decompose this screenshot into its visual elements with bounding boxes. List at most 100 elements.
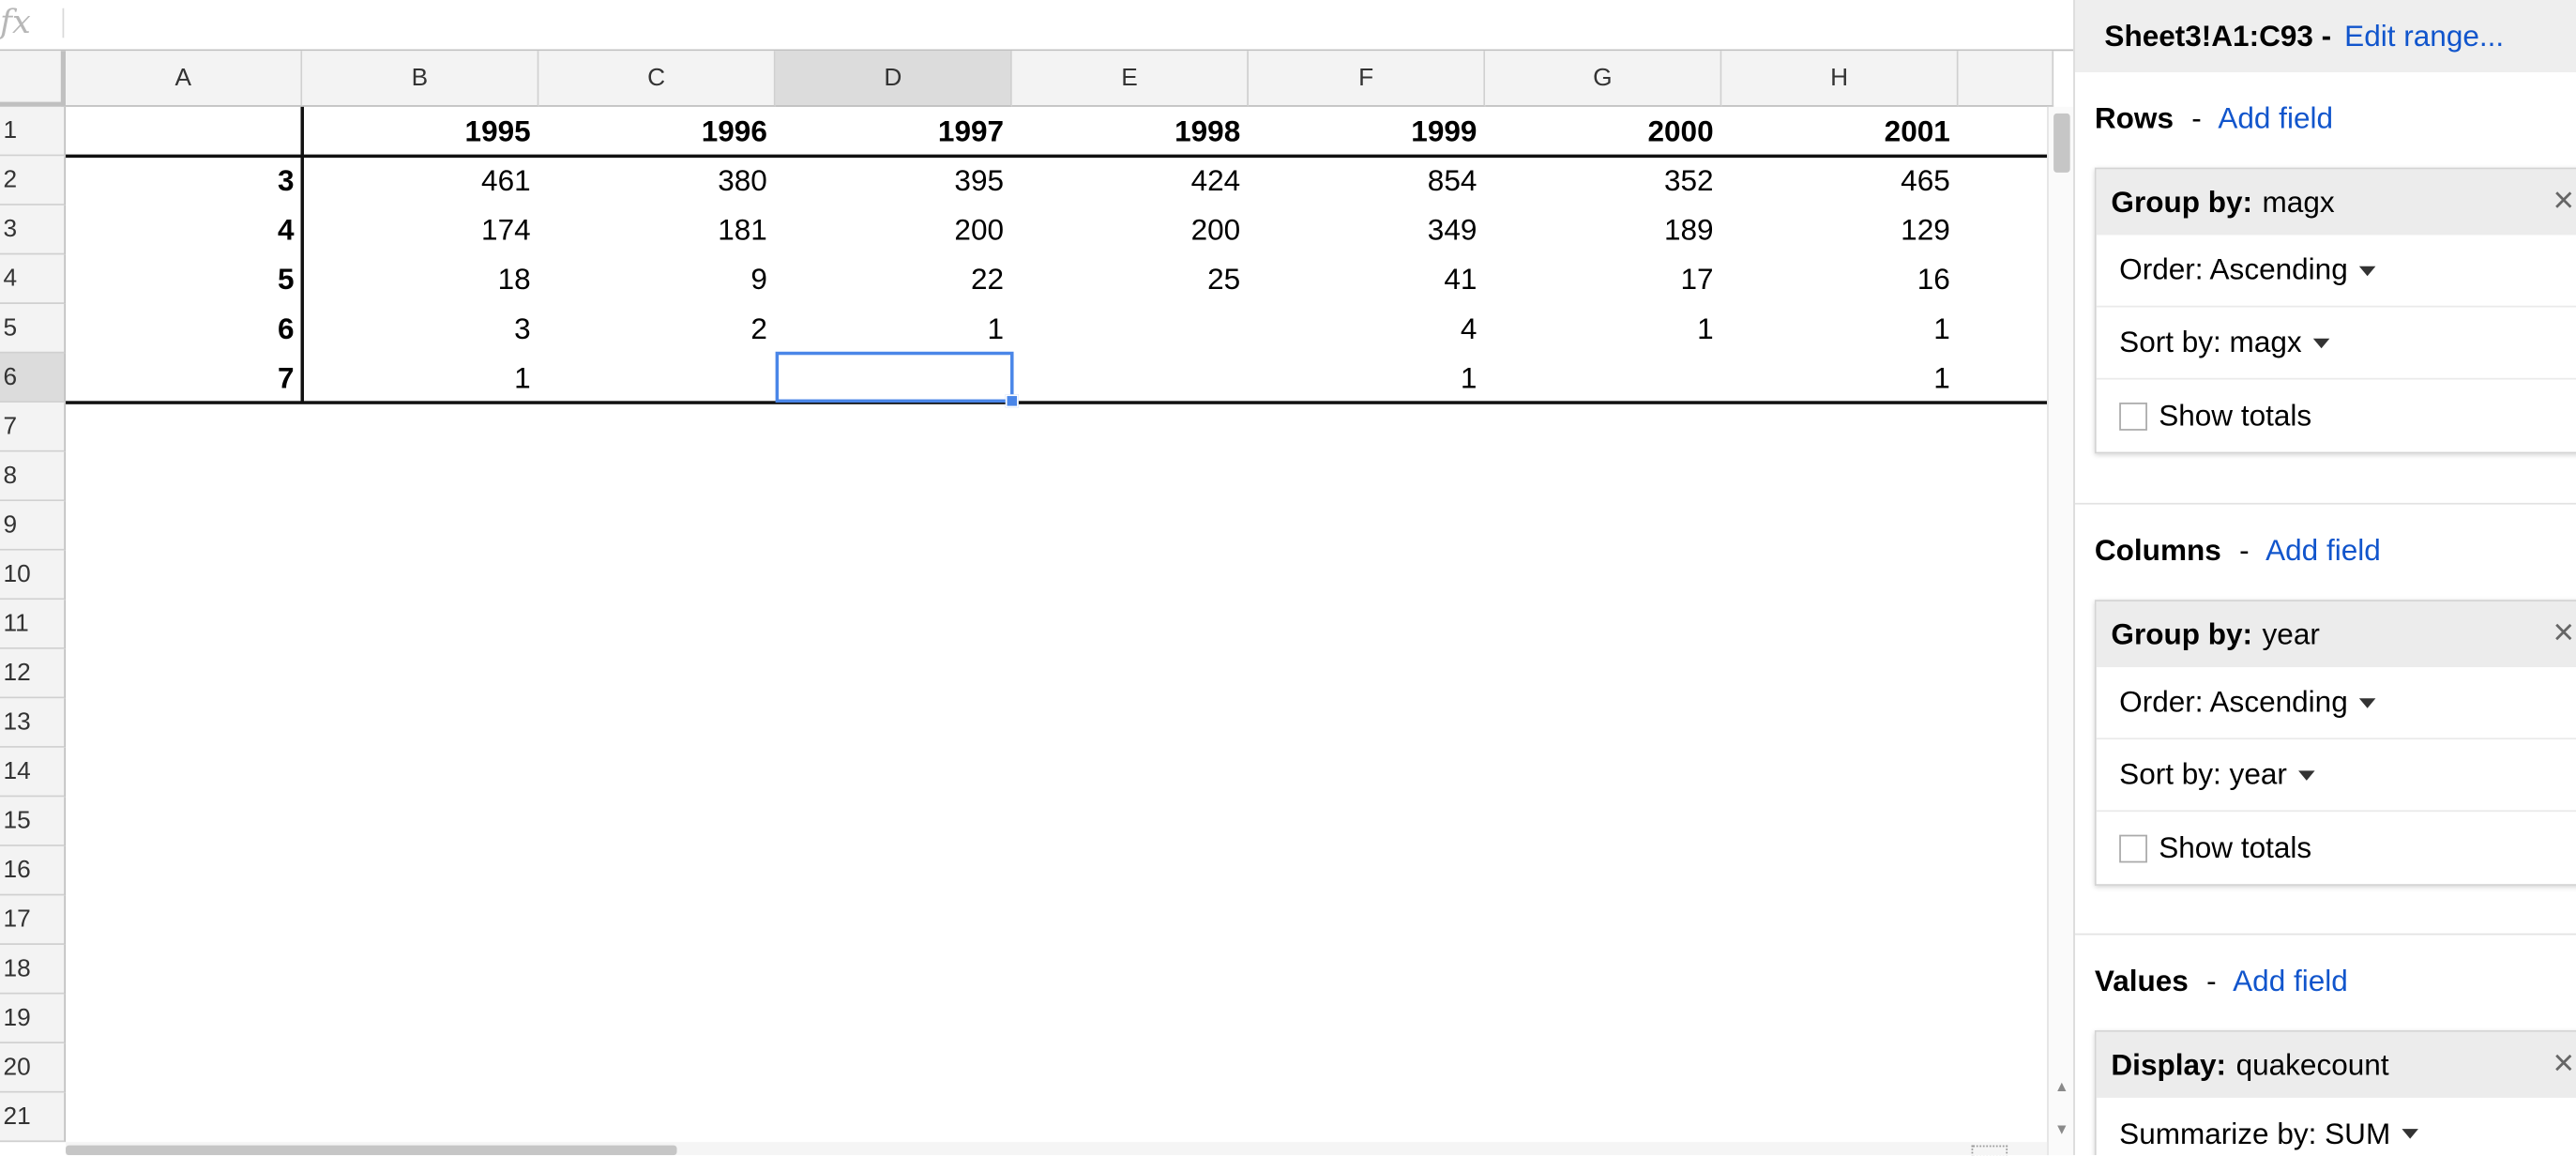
row-header-14[interactable]: 14 — [0, 747, 67, 798]
scroll-up-arrow-icon[interactable]: ▲ — [2053, 1076, 2070, 1096]
cell-e1[interactable]: 1998 — [1012, 107, 1249, 157]
cell-h2[interactable]: 465 — [1721, 156, 1958, 205]
cell-b6[interactable]: 1 — [302, 354, 538, 403]
cell-e4[interactable]: 25 — [1012, 254, 1249, 304]
cell-f6[interactable]: 1 — [1249, 354, 1485, 403]
row-header-17[interactable]: 17 — [0, 895, 67, 945]
cell-d5[interactable]: 1 — [776, 304, 1012, 354]
cell-h6[interactable]: 1 — [1721, 354, 1958, 403]
row-header-19[interactable]: 19 — [0, 994, 67, 1044]
values-summarize-dropdown[interactable]: Summarize by: SUM — [2097, 1098, 2576, 1155]
row-header-5[interactable]: 5 — [0, 303, 67, 354]
rows-show-totals-checkbox[interactable] — [2119, 402, 2147, 430]
row-header-7[interactable]: 7 — [0, 403, 67, 452]
cell-a4[interactable]: 5 — [66, 254, 302, 304]
column-header-h[interactable]: H — [1721, 51, 1959, 107]
cell-g2[interactable]: 352 — [1485, 156, 1721, 205]
formula-input[interactable] — [88, 7, 2074, 40]
cell-c4[interactable]: 9 — [538, 254, 775, 304]
row-header-20[interactable]: 20 — [0, 1043, 67, 1093]
columns-sort-dropdown[interactable]: Sort by: year — [2096, 739, 2576, 813]
cell-b2[interactable]: 461 — [302, 156, 538, 205]
row-header-1[interactable]: 1 — [0, 106, 67, 157]
cell-d2[interactable]: 395 — [776, 156, 1012, 205]
column-header-g[interactable]: G — [1485, 51, 1722, 107]
cell-d1[interactable]: 1997 — [776, 107, 1012, 157]
cell-c2[interactable]: 380 — [538, 156, 775, 205]
column-header-b[interactable]: B — [302, 51, 539, 107]
values-add-field-link[interactable]: Add field — [2233, 965, 2348, 997]
cell-b1[interactable]: 1995 — [302, 107, 538, 157]
row-header-21[interactable]: 21 — [0, 1092, 67, 1143]
column-header-a[interactable]: A — [66, 51, 303, 107]
values-remove-close-icon[interactable]: × — [2553, 1044, 2575, 1082]
horizontal-scrollbar[interactable] — [66, 1142, 2048, 1156]
cell-h3[interactable]: 129 — [1721, 205, 1958, 255]
column-header-e[interactable]: E — [1011, 51, 1249, 107]
cell-c3[interactable]: 181 — [538, 205, 775, 255]
cell-e6[interactable] — [1012, 354, 1249, 403]
row-header-16[interactable]: 16 — [0, 845, 67, 896]
cell-b4[interactable]: 18 — [302, 254, 538, 304]
row-header-6[interactable]: 6 — [0, 353, 67, 403]
cell-f3[interactable]: 349 — [1249, 205, 1485, 255]
row-header-12[interactable]: 12 — [0, 648, 67, 699]
row-header-11[interactable]: 11 — [0, 600, 67, 649]
cell-e5[interactable] — [1012, 304, 1249, 354]
cell-g5[interactable]: 1 — [1485, 304, 1721, 354]
cell-f5[interactable]: 4 — [1249, 304, 1485, 354]
column-header-partial[interactable] — [1958, 51, 2054, 107]
rows-add-field-link[interactable]: Add field — [2218, 102, 2333, 135]
row-header-3[interactable]: 3 — [0, 205, 67, 255]
vertical-scrollbar[interactable]: ▲ ▼ — [2047, 106, 2074, 1156]
cell-a2[interactable]: 3 — [66, 156, 302, 205]
columns-show-totals-checkbox[interactable] — [2119, 833, 2147, 862]
columns-remove-close-icon[interactable]: × — [2553, 614, 2575, 651]
columns-show-totals[interactable]: Show totals — [2097, 812, 2576, 884]
rows-order-dropdown[interactable]: Order: Ascending — [2096, 235, 2576, 308]
select-all-corner[interactable] — [0, 51, 67, 107]
scroll-down-arrow-icon[interactable]: ▼ — [2053, 1119, 2070, 1139]
cell-f4[interactable]: 41 — [1249, 254, 1485, 304]
column-header-f[interactable]: F — [1248, 51, 1486, 107]
row-header-10[interactable]: 10 — [0, 550, 67, 601]
cell-f2[interactable]: 854 — [1249, 156, 1485, 205]
row-header-9[interactable]: 9 — [0, 501, 67, 551]
cell-e3[interactable]: 200 — [1012, 205, 1249, 255]
sheet-list-icon[interactable] — [1971, 1145, 2008, 1156]
cell-b5[interactable]: 3 — [302, 304, 538, 354]
cell-d3[interactable]: 200 — [776, 205, 1012, 255]
cell-h1[interactable]: 2001 — [1721, 107, 1958, 157]
column-header-d[interactable]: D — [775, 51, 1012, 107]
cell-a6[interactable]: 7 — [66, 354, 302, 403]
cell-c1[interactable]: 1996 — [538, 107, 775, 157]
cell-c6[interactable] — [538, 354, 775, 403]
vertical-scroll-thumb[interactable] — [2053, 113, 2070, 173]
row-header-8[interactable]: 8 — [0, 451, 67, 502]
cell-e2[interactable]: 424 — [1012, 156, 1249, 205]
column-header-c[interactable]: C — [538, 51, 776, 107]
cell-a5[interactable]: 6 — [66, 304, 302, 354]
cell-a3[interactable]: 4 — [66, 205, 302, 255]
rows-show-totals[interactable]: Show totals — [2097, 380, 2576, 452]
cell-g6[interactable] — [1485, 354, 1721, 403]
rows-sort-dropdown[interactable]: Sort by: magx — [2096, 307, 2576, 380]
cell-h5[interactable]: 1 — [1721, 304, 1958, 354]
row-header-15[interactable]: 15 — [0, 797, 67, 846]
horizontal-scroll-thumb[interactable] — [66, 1145, 677, 1156]
spreadsheet-grid[interactable]: ABCDEFGH 1 2 3 4 5 6 7 8 9 10 11 12 13 14 15 16 17 18 19 20… — [0, 49, 2074, 1156]
cell-d4[interactable]: 22 — [776, 254, 1012, 304]
row-header-18[interactable]: 18 — [0, 944, 67, 995]
cell-f1[interactable]: 1999 — [1249, 107, 1485, 157]
rows-remove-close-icon[interactable]: × — [2553, 182, 2575, 219]
cell-g4[interactable]: 17 — [1485, 254, 1721, 304]
cell-c5[interactable]: 2 — [538, 304, 775, 354]
selected-cell-outline[interactable] — [775, 351, 1014, 403]
columns-order-dropdown[interactable]: Order: Ascending — [2096, 667, 2576, 740]
cell-g3[interactable]: 189 — [1485, 205, 1721, 255]
fill-handle[interactable] — [1005, 394, 1019, 408]
cell-a1[interactable] — [66, 107, 302, 157]
columns-add-field-link[interactable]: Add field — [2265, 534, 2381, 567]
row-header-4[interactable]: 4 — [0, 254, 67, 304]
edit-range-link[interactable]: Edit range... — [2344, 19, 2504, 53]
